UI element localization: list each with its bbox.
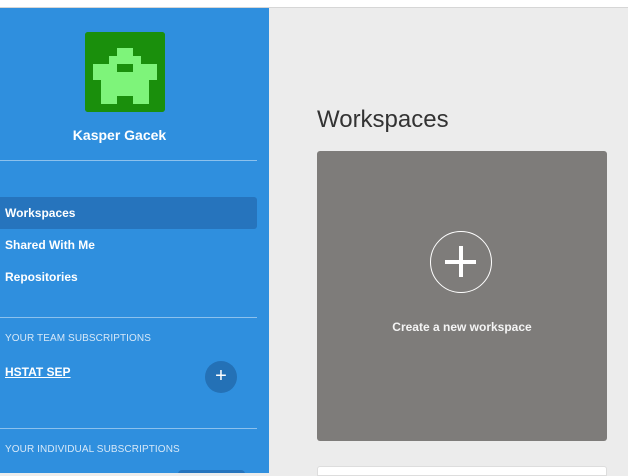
team-subscription-link[interactable]: HSTAT SEP xyxy=(5,365,71,379)
sidebar-divider xyxy=(0,428,257,429)
create-workspace-label: Create a new workspace xyxy=(392,320,532,334)
workspace-card[interactable] xyxy=(317,466,607,476)
sidebar-divider xyxy=(0,160,257,161)
create-workspace-card[interactable]: Create a new workspace xyxy=(317,151,607,441)
sidebar-item-repositories[interactable]: Repositories xyxy=(0,261,257,293)
page-title: Workspaces xyxy=(317,106,449,133)
plus-icon: + xyxy=(215,365,227,387)
sidebar-item-workspaces[interactable]: Workspaces xyxy=(0,197,257,229)
add-team-subscription-button[interactable]: + xyxy=(205,361,237,393)
plus-circle-icon xyxy=(430,231,492,293)
avatar[interactable] xyxy=(85,32,165,112)
sidebar-item-shared-with-me[interactable]: Shared With Me xyxy=(0,229,257,261)
individual-subscriptions-heading: YOUR INDIVIDUAL SUBSCRIPTIONS xyxy=(5,444,180,455)
top-bar xyxy=(0,0,628,8)
user-name: Kasper Gacek xyxy=(72,127,167,143)
pixel-invader-icon xyxy=(85,32,165,112)
sidebar: Kasper Gacek Workspaces Shared With Me R… xyxy=(0,8,269,473)
sidebar-divider xyxy=(0,317,257,318)
team-subscriptions-heading: YOUR TEAM SUBSCRIPTIONS xyxy=(5,333,152,344)
